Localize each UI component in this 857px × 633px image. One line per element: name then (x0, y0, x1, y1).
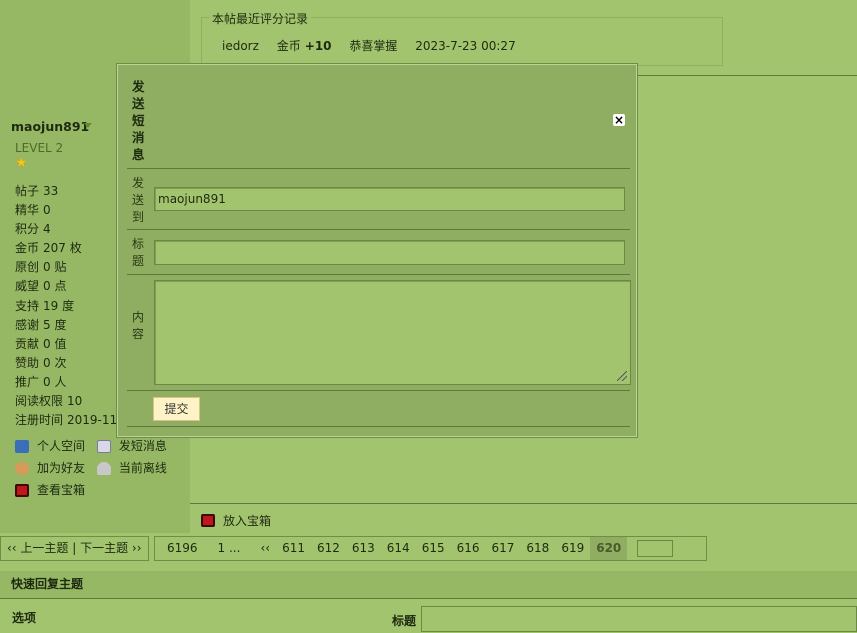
rating-user[interactable]: iedorz (222, 39, 259, 53)
page-link[interactable]: 614 (381, 537, 416, 560)
page-link[interactable]: 612 (311, 537, 346, 560)
page-link[interactable]: 618 (520, 537, 555, 560)
content-label: 内容 (132, 310, 145, 341)
user-offline-icon (96, 462, 111, 475)
page-link[interactable]: 617 (486, 537, 521, 560)
subject-label: 标题 (132, 237, 145, 268)
rating-time: 2023-7-23 00:27 (415, 39, 516, 53)
add-friend-icon (15, 462, 29, 475)
treasure-box-icon (15, 484, 29, 497)
stat-row: 阅读权限 10 (15, 394, 83, 409)
to-label: 发送到 (132, 176, 145, 224)
rating-currency: 金币 (276, 39, 301, 53)
recipient-input[interactable] (154, 187, 625, 211)
divider (127, 229, 630, 230)
stat-row: 推广 0 人 (15, 374, 67, 389)
home-icon (15, 440, 29, 453)
close-icon[interactable]: × (613, 114, 625, 126)
quick-reply-subject-input[interactable] (421, 606, 857, 632)
author-level: LEVEL 2 (15, 141, 64, 155)
divider (127, 426, 630, 427)
submit-button[interactable]: 提交 (153, 397, 200, 421)
rating-reason: 恭喜掌握 (349, 39, 398, 53)
stat-row: 威望 0 点 (15, 279, 67, 294)
stat-row: 感谢 5 度 (15, 317, 67, 332)
stat-row: 积分 4 (15, 222, 51, 237)
divider (127, 390, 630, 391)
stat-row: 精华 0 (15, 203, 51, 218)
page-link[interactable]: 616 (451, 537, 486, 560)
page-link[interactable]: 613 (346, 537, 381, 560)
dialog-title: 发送短消息 (132, 79, 145, 162)
rating-record-legend: 本帖最近评分记录 (209, 10, 312, 27)
subject-input[interactable] (154, 240, 625, 265)
pagination: 6196 1 ... ‹‹ 611 612 613 614 615 616 61… (154, 536, 707, 561)
rating-record-row: iedorz 金币 +10 恭喜掌握 2023-7-23 00:27 (222, 37, 530, 54)
page-total: 6196 (167, 541, 198, 555)
page-current: 620 (590, 537, 628, 560)
stat-row: 赞助 0 次 (15, 355, 67, 370)
options-label: 选项 (12, 611, 37, 625)
page-first[interactable]: 1 ... (212, 537, 255, 560)
stat-row: 注册时间 2019-11 (15, 413, 118, 428)
divider (127, 274, 630, 275)
personal-space-link[interactable]: 个人空间 (15, 437, 85, 456)
star-icon: ★ (15, 155, 28, 171)
page-link[interactable]: 611 (276, 537, 311, 560)
rating-amount: +10 (304, 39, 332, 53)
stat-row: 帖子 33 (15, 184, 59, 198)
quick-reply-title: 快速回复主题 (0, 571, 857, 599)
content-textarea[interactable] (154, 280, 631, 385)
subject-label: 标题 (392, 614, 417, 628)
resize-handle[interactable] (617, 371, 627, 381)
page-link[interactable]: 615 (416, 537, 451, 560)
author-username[interactable]: maojun891 (11, 119, 89, 134)
page-prev[interactable]: ‹‹ (254, 537, 276, 560)
stat-row: 支持 19 度 (15, 298, 75, 313)
page-link[interactable]: 619 (555, 537, 590, 560)
stat-row: 贡献 0 值 (15, 336, 67, 351)
treasure-box-icon (201, 514, 215, 527)
divider (190, 503, 857, 504)
divider (127, 168, 630, 169)
view-treasure-link[interactable]: 查看宝箱 (15, 481, 85, 500)
author-stats: 帖子 33 精华 0 积分 4 金币 207 枚 原创 0 贴 威望 0 点 支持 19 度 … (15, 182, 121, 430)
stat-row: 原创 0 贴 (15, 260, 67, 275)
add-friend-link[interactable]: 加为好友 (15, 459, 85, 478)
prev-next-thread-nav[interactable]: ‹‹ 上一主题 | 下一主题 ›› (0, 536, 149, 561)
message-icon (96, 440, 111, 453)
author-links: 个人空间 发短消息 加为好友 当前离线 查看宝箱 (15, 437, 167, 503)
online-status: 当前离线 (96, 459, 167, 478)
put-treasure-link[interactable]: 放入宝箱 (201, 512, 271, 529)
stat-row: 金币 207 枚 (15, 241, 82, 256)
page-jump-input[interactable] (637, 540, 674, 557)
chevron-down-icon[interactable] (84, 123, 92, 128)
send-pm-link[interactable]: 发短消息 (96, 437, 167, 456)
